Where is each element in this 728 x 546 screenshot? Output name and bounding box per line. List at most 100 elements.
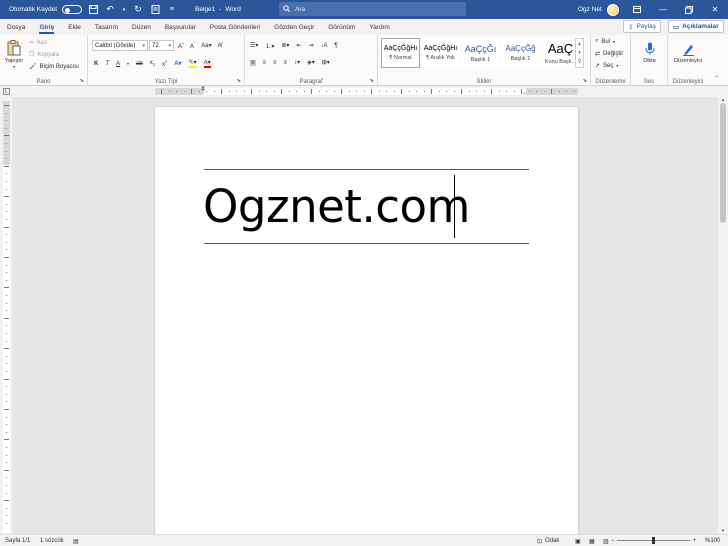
zoom-slider-thumb[interactable] — [652, 537, 655, 544]
scrollbar-thumb[interactable] — [720, 103, 726, 223]
more-icon[interactable]: ⊽ — [578, 59, 582, 65]
font-launcher-icon[interactable]: ⬊ — [237, 78, 241, 84]
align-left-icon[interactable]: ≡ — [250, 59, 256, 66]
style-heading2[interactable]: AaÇçĞğ Başlık 2 — [501, 38, 540, 68]
clipboard-launcher-icon[interactable]: ⬊ — [80, 78, 84, 84]
tab-gozden-gecir[interactable]: Gözden Geçir — [274, 19, 314, 35]
paragraph-launcher-icon[interactable]: ⬊ — [370, 78, 374, 84]
italic-icon[interactable]: T — [105, 61, 109, 67]
line-spacing-icon[interactable]: ↕▾ — [294, 59, 300, 66]
undo-icon[interactable]: ↶ — [104, 4, 116, 16]
sort-icon[interactable]: ↓A — [321, 43, 328, 49]
select-button[interactable]: ➚ Seç ▾ — [595, 62, 618, 70]
page-count[interactable]: Sayfa 1/1 — [5, 535, 30, 546]
print-layout-icon[interactable]: ▦ — [589, 535, 595, 546]
paste-button[interactable]: Yapıştır ▾ — [4, 37, 24, 71]
clear-formatting-icon[interactable]: A̸ — [218, 43, 222, 49]
tab-tasarim[interactable]: Tasarım — [95, 19, 118, 35]
tab-basvurular[interactable]: Başvurular — [165, 19, 196, 35]
superscript-icon[interactable]: x2 — [162, 59, 167, 68]
zoom-level[interactable]: %100 — [705, 535, 720, 546]
tab-posta[interactable]: Posta Gönderileri — [210, 19, 260, 35]
highlight-icon[interactable]: ✎▾ — [188, 59, 197, 68]
chevron-up-icon[interactable]: ▴ — [578, 41, 581, 47]
show-marks-icon[interactable]: ¶ — [335, 43, 338, 49]
customize-qat-icon[interactable]: ≡ — [166, 4, 178, 16]
horizontal-ruler[interactable]: ⧗ ▵ — [155, 86, 578, 96]
restore-icon[interactable] — [676, 0, 702, 19]
strikethrough-icon[interactable]: ab — [136, 61, 143, 67]
word-count[interactable]: 1 sözcük — [40, 535, 64, 546]
undo-dropdown-icon[interactable]: ▾ — [121, 4, 127, 16]
borders-icon[interactable]: ⊞▾ — [322, 59, 330, 66]
print-preview-icon[interactable] — [149, 4, 161, 16]
save-icon[interactable] — [87, 4, 99, 16]
right-indent-marker-icon[interactable]: ▵ — [523, 90, 526, 96]
autosave-toggle[interactable] — [62, 5, 83, 14]
shrink-font-icon[interactable]: Aˇ — [190, 41, 195, 50]
vertical-scrollbar[interactable]: ▴ ▾ — [718, 97, 728, 534]
bold-icon[interactable]: K — [94, 61, 98, 67]
find-button[interactable]: ⌕ Bul ▾ — [595, 38, 615, 45]
tab-dosya[interactable]: Dosya — [7, 19, 25, 35]
subscript-icon[interactable]: x2 — [150, 60, 155, 67]
document-text[interactable]: Ogznet.com — [203, 181, 470, 233]
tab-gorunum[interactable]: Görünüm — [328, 19, 355, 35]
chevron-down-icon: ▾ — [613, 39, 616, 44]
shading-icon[interactable]: ◈▾ — [307, 59, 315, 66]
style-normal[interactable]: AaÇçĞğHı ¶ Normal — [381, 38, 420, 68]
decrease-indent-icon[interactable]: ⇤ — [296, 42, 301, 49]
search-box[interactable] — [279, 2, 466, 16]
editor-button[interactable]: Düzenleyici — [671, 38, 705, 68]
ribbon-display-icon[interactable] — [624, 0, 650, 19]
proofing-icon[interactable]: ▤ — [73, 535, 79, 546]
zoom-out-icon[interactable]: − — [611, 535, 615, 546]
vertical-ruler[interactable] — [3, 101, 10, 533]
replace-button[interactable]: ⇄ Değiştir — [595, 50, 623, 58]
minimize-icon[interactable]: — — [650, 0, 676, 19]
tab-yardim[interactable]: Yardım — [369, 19, 389, 35]
read-mode-icon[interactable]: ▣ — [575, 535, 581, 546]
font-size-dropdown[interactable]: 72 ▾ — [149, 40, 174, 51]
user-area[interactable]: Ogz Net — [578, 0, 619, 19]
document-page[interactable]: Ogznet.com — [155, 107, 578, 534]
avatar[interactable] — [606, 3, 619, 16]
copy-button[interactable]: ❐ Kopyala — [29, 51, 59, 59]
style-no-spacing[interactable]: AaÇçĞğHı ¶ Aralık Yok — [421, 38, 460, 68]
tab-ekle[interactable]: Ekle — [68, 19, 81, 35]
dictate-button[interactable]: Dikte — [636, 38, 663, 68]
align-right-icon[interactable]: ≡ — [273, 60, 277, 66]
close-icon[interactable]: ✕ — [702, 0, 728, 19]
styles-gallery-scroll[interactable]: ▴ ▾ ⊽ — [575, 38, 584, 68]
web-layout-icon[interactable]: ▥ — [603, 535, 609, 546]
grow-font-icon[interactable]: A^ — [178, 41, 184, 50]
cut-button[interactable]: ✂ Kes — [29, 39, 47, 47]
align-center-icon[interactable]: ≡ — [263, 60, 267, 66]
text-effects-icon[interactable]: A▾ — [174, 60, 181, 67]
change-case-icon[interactable]: Aa▾ — [201, 42, 211, 49]
underline-dropdown-icon[interactable]: ▾ — [127, 61, 129, 66]
styles-launcher-icon[interactable]: ⬊ — [583, 78, 587, 84]
font-color-icon[interactable]: A▾ — [203, 59, 211, 68]
focus-button[interactable]: ⊡ Odak — [537, 535, 559, 546]
zoom-in-icon[interactable]: + — [693, 535, 697, 546]
justify-icon[interactable]: ≡ — [284, 60, 288, 66]
redo-icon[interactable]: ↻ — [132, 4, 144, 16]
bullets-icon[interactable]: ☰▾ — [250, 42, 258, 49]
tab-selector[interactable]: L — [3, 88, 10, 95]
indent-marker-icon[interactable]: ⧗ — [201, 86, 205, 93]
collapse-ribbon-icon[interactable]: ⌃ — [714, 75, 719, 82]
font-name-dropdown[interactable]: Calibri (Gövde) ▾ — [92, 40, 148, 51]
multilevel-list-icon[interactable]: ≣▾ — [281, 42, 289, 49]
share-button[interactable]: ⇪ Paylaş — [623, 20, 661, 33]
tab-giris[interactable]: Giriş — [39, 19, 54, 35]
search-input[interactable] — [295, 5, 455, 13]
style-heading1[interactable]: AaÇçĞı Başlık 1 — [461, 38, 500, 68]
underline-icon[interactable]: A — [116, 61, 120, 67]
increase-indent-icon[interactable]: ⇥ — [308, 42, 313, 49]
comments-button[interactable]: ▭ Açıklamalar — [668, 20, 724, 33]
tab-duzen[interactable]: Düzen — [132, 19, 151, 35]
format-painter-button[interactable]: 🖌 Biçim Boyacısı — [29, 63, 79, 71]
numbering-icon[interactable]: ⒈▾ — [265, 41, 274, 50]
chevron-down-icon[interactable]: ▾ — [578, 50, 581, 56]
